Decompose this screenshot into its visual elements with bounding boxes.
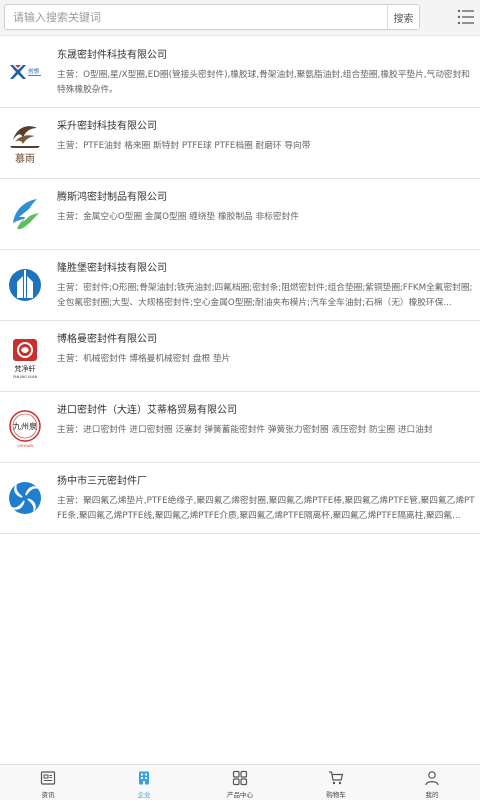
company-name[interactable]: 扬中市三元密封件厂 (57, 475, 472, 489)
company-name[interactable]: 腾斯鸿密封制品有限公司 (57, 191, 472, 205)
products-icon (232, 770, 248, 786)
company-description: 主营：密封件;O形圈;骨架油封;铁壳油封;四氟档圈;密封条;阻燃密封件;组合垫圈… (57, 283, 473, 308)
nav-item-news[interactable]: 资讯 (0, 765, 96, 800)
company-list: 创想 东晟密封件科技有限公司 主营：O型圈,星/X型圈,ED圈(管接头密封件),… (0, 37, 480, 534)
company-card[interactable]: 慕雨 采升密封科技有限公司 主营：PTFE油封 格来圈 斯特封 PTFE球 PT… (0, 108, 480, 179)
company-description: 主营：进口密封件 进口密封圈 泛塞封 弹簧蓄能密封件 弹簧张力密封圈 液压密封 … (57, 425, 433, 435)
company-card[interactable]: 九州泉 QIUYUAN 进口密封件（大连）艾蒂格贸易有限公司 主营：进口密封件 … (0, 392, 480, 463)
logo-subtext: FAN JING XUAN (13, 375, 38, 379)
company-name[interactable]: 东晟密封件科技有限公司 (57, 49, 472, 63)
company-card[interactable]: 扬中市三元密封件厂 主营：聚四氟乙烯垫片,PTFE绝缘子,聚四氟乙烯密封圈,聚四… (0, 463, 480, 534)
profile-icon (425, 771, 439, 786)
nav-item-profile[interactable]: 我的 (384, 765, 480, 800)
nav-item-products[interactable]: 产品中心 (192, 765, 288, 800)
search-input[interactable] (5, 5, 380, 29)
nav-item-enterprise[interactable]: 企业 (96, 765, 192, 800)
company-logo: 梵净轩 FAN JING XUAN (13, 339, 38, 379)
nav-label: 企业 (137, 791, 151, 799)
company-name[interactable]: 博格曼密封件有限公司 (57, 333, 472, 347)
nav-item-cart[interactable]: 购物车 (288, 765, 384, 800)
company-logo: 九州泉 QIUYUAN (9, 410, 41, 448)
company-logo: 创想 (10, 65, 41, 79)
nav-label: 我的 (425, 791, 439, 799)
logo-text: 梵净轩 (15, 364, 36, 373)
company-description: 主营：聚四氟乙烯垫片,PTFE绝缘子,聚四氟乙烯密封圈,聚四氟乙烯PTFE棒,聚… (57, 496, 475, 521)
bottom-navigation: 资讯 企业 产品中心 购物车 我的 (0, 764, 480, 800)
company-description: 主营：机械密封件 博格曼机械密封 盘根 垫片 (57, 354, 231, 364)
company-name[interactable]: 隆胜堡密封科技有限公司 (57, 262, 472, 276)
cart-icon (329, 771, 344, 785)
news-icon (40, 771, 56, 785)
company-card[interactable]: 创想 东晟密封件科技有限公司 主营：O型圈,星/X型圈,ED圈(管接头密封件),… (0, 37, 480, 108)
company-description: 主营：金属空心O型圈 金属O型圈 缠绕垫 橡胶制品 非标密封件 (57, 212, 299, 222)
company-logo (13, 199, 39, 229)
nav-label: 购物车 (326, 791, 346, 799)
logo-subtext: QIUYUAN (17, 444, 33, 448)
logo-text: 创想 (28, 67, 40, 75)
company-description: 主营：PTFE油封 格来圈 斯特封 PTFE球 PTFE档圈 耐磨环 导向带 (57, 141, 311, 151)
company-name[interactable]: 采升密封科技有限公司 (57, 120, 472, 134)
nav-label: 资讯 (41, 791, 55, 799)
company-description: 主营：O型圈,星/X型圈,ED圈(管接头密封件),橡胶球,骨架油封,聚氨脂油封,… (57, 70, 470, 95)
company-logo: 慕雨 (10, 126, 40, 165)
logo-text: 慕雨 (15, 152, 35, 165)
company-card[interactable]: 梵净轩 FAN JING XUAN 博格曼密封件有限公司 主营：机械密封件 博格… (0, 321, 480, 392)
company-logo (9, 482, 41, 514)
company-card[interactable]: 隆胜堡密封科技有限公司 主营：密封件;O形圈;骨架油封;铁壳油封;四氟档圈;密封… (0, 250, 480, 321)
app-screen: 搜索 创想 东晟密封件科技有限公司 主营：O型圈,星/X型圈,ED圈(管接头密封… (0, 0, 480, 800)
company-card[interactable]: 腾斯鸿密封制品有限公司 主营：金属空心O型圈 金属O型圈 缠绕垫 橡胶制品 非标… (0, 179, 480, 250)
list-menu-icon[interactable] (457, 8, 475, 26)
search-box: 搜索 (4, 4, 420, 30)
nav-label: 产品中心 (227, 791, 253, 799)
header-bar: 搜索 (0, 0, 480, 36)
company-logo (9, 269, 41, 301)
company-name[interactable]: 进口密封件（大连）艾蒂格贸易有限公司 (57, 404, 472, 418)
enterprise-icon (139, 771, 149, 785)
search-button[interactable]: 搜索 (387, 5, 419, 29)
logo-text: 九州泉 (13, 421, 37, 431)
